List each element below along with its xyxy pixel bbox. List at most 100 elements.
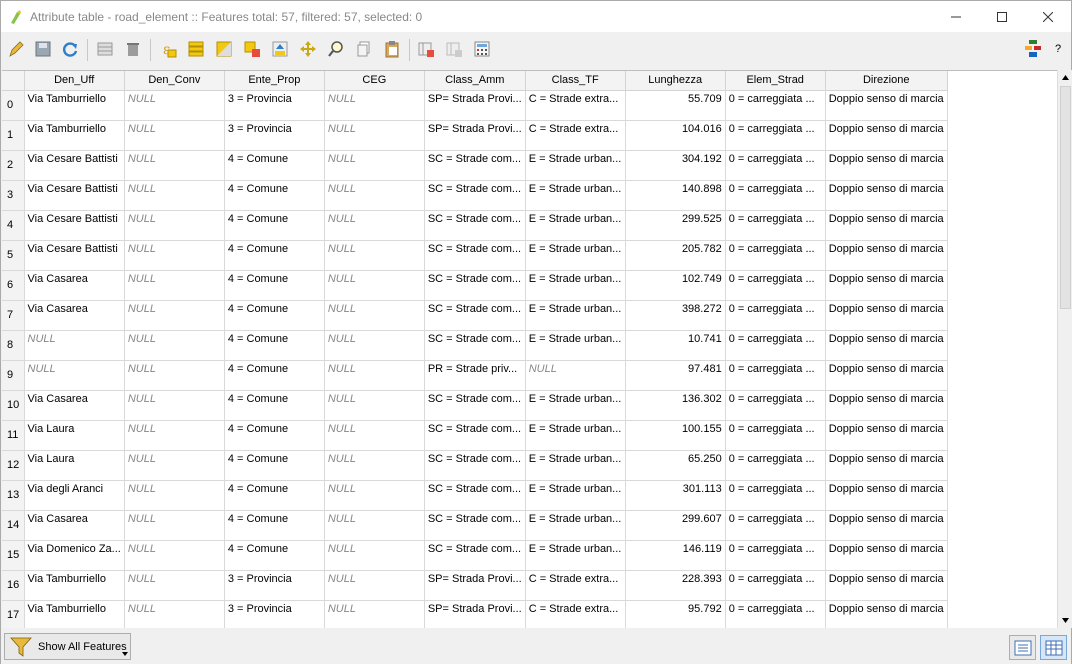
vertical-scrollbar[interactable] xyxy=(1057,70,1072,628)
table-cell[interactable]: C = Strade extra... xyxy=(525,570,626,601)
table-cell[interactable]: 3 = Provincia xyxy=(224,570,325,601)
table-cell[interactable]: SC = Strade com... xyxy=(424,150,526,181)
table-cell[interactable]: Doppio senso di marcia xyxy=(825,510,948,541)
table-cell[interactable]: 0 = carreggiata ... xyxy=(725,510,826,541)
column-header[interactable]: Ente_Prop xyxy=(224,71,325,91)
table-cell[interactable]: NULL xyxy=(124,510,225,541)
table-cell[interactable]: SC = Strade com... xyxy=(424,510,526,541)
table-cell[interactable]: 4 = Comune xyxy=(224,330,325,361)
table-cell[interactable]: Doppio senso di marcia xyxy=(825,330,948,361)
table-row[interactable]: 10 Via Casarea NULL 4 = Comune NULL SC = Stra… xyxy=(2,390,948,421)
maximize-button[interactable] xyxy=(979,1,1025,32)
add-feature-button[interactable] xyxy=(94,38,116,60)
column-header[interactable]: Lunghezza xyxy=(625,71,726,91)
table-cell[interactable]: E = Strade urban... xyxy=(525,480,626,511)
row-number[interactable]: 4 xyxy=(2,210,25,241)
close-button[interactable] xyxy=(1025,1,1071,32)
pan-to-selection-button[interactable] xyxy=(297,38,319,60)
table-cell[interactable]: Via Casarea xyxy=(24,390,125,421)
column-header[interactable]: Den_Conv xyxy=(124,71,225,91)
table-cell[interactable]: 4 = Comune xyxy=(224,360,325,391)
table-row[interactable]: 3 Via Cesare Battisti NULL 4 = Comune NULL SC… xyxy=(2,180,948,211)
table-cell[interactable]: NULL xyxy=(124,540,225,571)
table-cell[interactable]: 4 = Comune xyxy=(224,420,325,451)
select-by-expression-button[interactable]: ε xyxy=(157,38,179,60)
table-cell[interactable]: SP= Strada Provi... xyxy=(424,570,526,601)
table-cell[interactable]: E = Strade urban... xyxy=(525,150,626,181)
table-cell[interactable]: SC = Strade com... xyxy=(424,180,526,211)
table-cell[interactable]: E = Strade urban... xyxy=(525,390,626,421)
table-cell[interactable]: C = Strade extra... xyxy=(525,600,626,628)
table-cell[interactable]: Via Laura xyxy=(24,450,125,481)
table-cell[interactable]: NULL xyxy=(124,570,225,601)
table-cell[interactable]: SC = Strade com... xyxy=(424,210,526,241)
table-cell[interactable]: Doppio senso di marcia xyxy=(825,300,948,331)
table-cell[interactable]: 0 = carreggiata ... xyxy=(725,240,826,271)
invert-selection-button[interactable] xyxy=(213,38,235,60)
row-number[interactable]: 13 xyxy=(2,480,25,511)
table-cell[interactable]: NULL xyxy=(324,510,425,541)
table-row[interactable]: 14 Via Casarea NULL 4 = Comune NULL SC = Stra… xyxy=(2,510,948,541)
table-cell[interactable]: 140.898 xyxy=(625,180,726,211)
row-number[interactable]: 0 xyxy=(2,90,25,121)
table-cell[interactable]: SC = Strade com... xyxy=(424,300,526,331)
table-cell[interactable]: Doppio senso di marcia xyxy=(825,150,948,181)
table-row[interactable]: 11 Via Laura NULL 4 = Comune NULL SC = Strade… xyxy=(2,420,948,451)
table-row[interactable]: 15 Via Domenico Za... NULL 4 = Comune NULL SC… xyxy=(2,540,948,571)
table-cell[interactable]: Doppio senso di marcia xyxy=(825,570,948,601)
column-header[interactable]: Den_Uff xyxy=(24,71,125,91)
table-cell[interactable]: 304.192 xyxy=(625,150,726,181)
row-number[interactable]: 10 xyxy=(2,390,25,421)
row-number[interactable]: 15 xyxy=(2,540,25,571)
table-cell[interactable]: E = Strade urban... xyxy=(525,450,626,481)
table-cell[interactable]: 398.272 xyxy=(625,300,726,331)
table-cell[interactable]: Via Domenico Za... xyxy=(24,540,125,571)
reload-button[interactable] xyxy=(59,38,81,60)
table-cell[interactable]: 0 = carreggiata ... xyxy=(725,300,826,331)
table-cell[interactable]: E = Strade urban... xyxy=(525,180,626,211)
table-cell[interactable]: 205.782 xyxy=(625,240,726,271)
table-row[interactable]: 7 Via Casarea NULL 4 = Comune NULL SC = Strad… xyxy=(2,300,948,331)
table-cell[interactable]: NULL xyxy=(324,300,425,331)
show-all-features-button[interactable]: Show All Features xyxy=(4,633,131,660)
table-cell[interactable]: NULL xyxy=(525,360,626,391)
deselect-all-button[interactable] xyxy=(241,38,263,60)
table-cell[interactable]: C = Strade extra... xyxy=(525,120,626,151)
table-cell[interactable]: 3 = Provincia xyxy=(224,600,325,628)
table-cell[interactable]: 97.481 xyxy=(625,360,726,391)
scroll-up-icon[interactable] xyxy=(1061,73,1070,82)
table-cell[interactable]: 0 = carreggiata ... xyxy=(725,480,826,511)
table-cell[interactable]: NULL xyxy=(324,420,425,451)
table-cell[interactable]: Doppio senso di marcia xyxy=(825,270,948,301)
scroll-down-icon[interactable] xyxy=(1061,616,1070,625)
table-cell[interactable]: E = Strade urban... xyxy=(525,210,626,241)
table-cell[interactable]: SC = Strade com... xyxy=(424,240,526,271)
table-cell[interactable]: Doppio senso di marcia xyxy=(825,240,948,271)
table-row[interactable]: 0 Via Tamburriello NULL 3 = Provincia NULL SP… xyxy=(2,90,948,121)
table-cell[interactable]: NULL xyxy=(124,330,225,361)
row-number[interactable]: 7 xyxy=(2,300,25,331)
table-cell[interactable]: NULL xyxy=(124,450,225,481)
table-cell[interactable]: NULL xyxy=(324,480,425,511)
table-cell[interactable]: 4 = Comune xyxy=(224,270,325,301)
table-cell[interactable]: Via Casarea xyxy=(24,300,125,331)
table-cell[interactable]: SP= Strada Provi... xyxy=(424,120,526,151)
table-cell[interactable]: NULL xyxy=(324,240,425,271)
table-cell[interactable]: NULL xyxy=(324,270,425,301)
table-cell[interactable]: Via Tamburriello xyxy=(24,90,125,121)
row-number[interactable]: 3 xyxy=(2,180,25,211)
table-cell[interactable]: Via Tamburriello xyxy=(24,600,125,628)
table-cell[interactable]: Via Casarea xyxy=(24,510,125,541)
copy-button[interactable] xyxy=(353,38,375,60)
table-cell[interactable]: SC = Strade com... xyxy=(424,450,526,481)
table-cell[interactable]: 100.155 xyxy=(625,420,726,451)
table-cell[interactable]: E = Strade urban... xyxy=(525,330,626,361)
row-number[interactable]: 6 xyxy=(2,270,25,301)
row-number[interactable]: 1 xyxy=(2,120,25,151)
table-cell[interactable]: C = Strade extra... xyxy=(525,90,626,121)
table-cell[interactable]: Via Casarea xyxy=(24,270,125,301)
table-cell[interactable]: 299.525 xyxy=(625,210,726,241)
table-cell[interactable]: NULL xyxy=(124,300,225,331)
table-cell[interactable]: NULL xyxy=(324,150,425,181)
table-cell[interactable]: 299.607 xyxy=(625,510,726,541)
